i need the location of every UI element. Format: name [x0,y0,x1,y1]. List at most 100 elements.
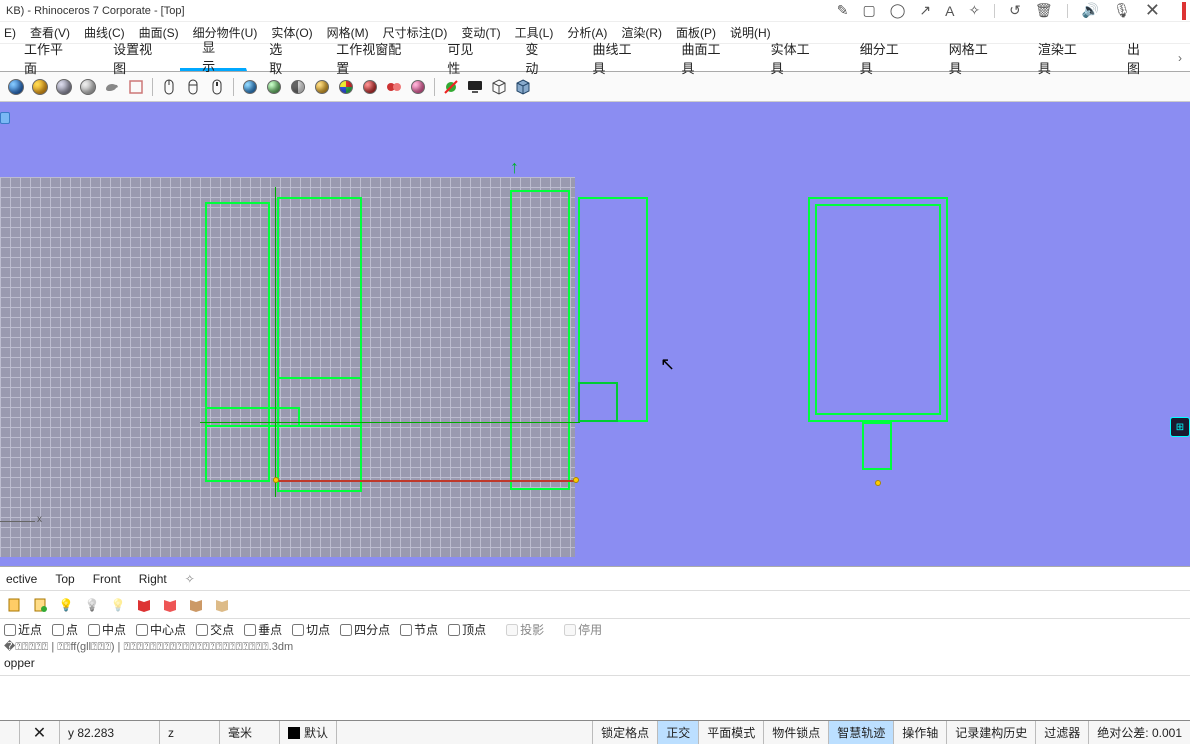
ribbon-tab[interactable]: 曲面工具 [660,44,749,71]
status-layer[interactable]: 默认 [280,721,337,744]
undo-icon[interactable]: ↺ [1009,2,1021,19]
bulb-off-icon[interactable]: 💡 [82,595,102,615]
ribbon-tab[interactable]: 变动 [503,44,570,71]
endpoint-dot[interactable] [573,477,579,483]
mouse3-icon[interactable] [207,77,227,97]
endpoint-dot[interactable] [273,477,279,483]
book-tan-icon[interactable] [186,595,206,615]
viewport-top[interactable]: ↑ ↖ ⊞ [0,102,1190,566]
square-icon[interactable]: ▢ [862,2,875,19]
wand-icon[interactable]: ✧ [968,2,980,19]
status-toggle[interactable]: 正交 [658,721,699,744]
right-widget-icon[interactable]: ⊞ [1170,417,1190,437]
sm-pink-icon[interactable] [408,77,428,97]
status-toggle[interactable]: 物件锁点 [764,721,829,744]
sm-half-icon[interactable] [288,77,308,97]
ribbon-tab[interactable]: 网格工具 [927,44,1016,71]
ribbon-tab[interactable]: 设置视图 [91,44,180,71]
cube2-icon[interactable] [513,77,533,97]
menu-item[interactable]: 说明(H) [730,24,771,41]
status-toggle[interactable]: 记录建构历史 [947,721,1036,744]
separator [434,78,435,96]
cube1-icon[interactable] [489,77,509,97]
ribbon-tab[interactable]: 渲染工具 [1016,44,1105,71]
mic-icon[interactable]: 🎙 [1113,2,1131,19]
sm-red-icon[interactable] [360,77,380,97]
ribbon-tab[interactable]: 曲线工具 [570,44,659,71]
text-a-icon[interactable]: A [945,3,954,19]
mouse1-icon[interactable] [159,77,179,97]
viewport-tabs: ective Top Front Right ✧ [0,566,1190,590]
book-red2-icon[interactable] [160,595,180,615]
osnap-option[interactable]: 节点 [400,621,438,638]
shade-wire-icon[interactable] [78,77,98,97]
osnap-option[interactable]: 交点 [196,621,234,638]
mouse2-icon[interactable] [183,77,203,97]
osnap-option[interactable]: 垂点 [244,621,282,638]
book-tan2-icon[interactable] [212,595,232,615]
command-echo: �⍰⍰⍰⍰⍰ | ⍰⍰ff(gll⍰⍰⍰) | ⍰⍰⍰⍰⍰⍰⍰⍰⍰⍰⍰⍰⍰⍰⍰⍰… [0,640,1190,656]
circle-icon[interactable]: ◯ [890,2,906,19]
paste-icon[interactable] [4,595,24,615]
title-icons: ✎ ▢ ◯ ↗ A ✧ ↺ 🗑 🔊 🎙 ✕ [837,0,1186,21]
cad-shape [862,422,892,470]
osnap-special[interactable]: 投影 [506,621,544,638]
osnap-option[interactable]: 四分点 [340,621,390,638]
window-title: KB) - Rhinoceros 7 Corporate - [Top] [4,5,185,17]
status-toggle[interactable]: 过滤器 [1036,721,1089,744]
ribbon-tab[interactable]: 工作视窗配置 [314,44,425,71]
ribbon-tab[interactable]: 工作平面 [2,44,91,71]
viewport-tab[interactable]: Right [139,572,167,586]
sm-dblred-icon[interactable] [384,77,404,97]
sm-quad-icon[interactable] [336,77,356,97]
select-box-icon[interactable] [126,77,146,97]
ribbon-tab[interactable]: 实体工具 [749,44,838,71]
ribbon-tab[interactable]: 细分工具 [838,44,927,71]
close-icon[interactable]: ✕ [1145,0,1160,21]
sm-gold-icon[interactable] [312,77,332,97]
osnap-option[interactable]: 近点 [4,621,42,638]
osnap-option[interactable]: 切点 [292,621,330,638]
rhino-icon[interactable] [102,77,122,97]
ribbon-tab[interactable]: 出图 [1105,44,1172,71]
shade-blue-icon[interactable] [6,77,26,97]
osnap-option[interactable]: 中心点 [136,621,186,638]
status-z: z [160,721,220,744]
trash-icon[interactable]: 🗑 [1035,2,1053,19]
status-toggle[interactable]: 操作轴 [894,721,947,744]
book-red-icon[interactable] [134,595,154,615]
sm-env-icon[interactable] [264,77,284,97]
arrow-icon[interactable]: ↗ [919,2,931,19]
red-dimension-line [276,480,576,482]
status-toggle[interactable]: 锁定格点 [593,721,658,744]
close-tab-button[interactable]: ✕ [20,721,60,744]
speaker-icon[interactable]: 🔊 [1082,2,1099,19]
viewport-tab[interactable]: ective [6,572,37,586]
pencil-icon[interactable]: ✎ [837,2,849,19]
osnap-special[interactable]: 停用 [564,621,602,638]
shade-gray-icon[interactable] [54,77,74,97]
endpoint-dot[interactable] [875,480,881,486]
no-bug-icon[interactable] [441,77,461,97]
cad-shape [510,190,570,490]
osnap-option[interactable]: 中点 [88,621,126,638]
ribbon-tab[interactable]: 可见性 [425,44,503,71]
monitor-icon[interactable] [465,77,485,97]
bulb-dim-icon[interactable]: 💡 [108,595,128,615]
viewport-tab[interactable]: Front [93,572,121,586]
ribbon-tab[interactable]: 选取 [247,44,314,71]
paste2-icon[interactable] [30,595,50,615]
viewport-tab[interactable]: Top [55,572,74,586]
osnap-option[interactable]: 顶点 [448,621,486,638]
status-toggle[interactable]: 智慧轨迹 [829,721,894,744]
ribbon-tab[interactable]: 显示 [180,44,247,71]
osnap-option[interactable]: 点 [52,621,78,638]
status-toggle[interactable]: 平面模式 [699,721,764,744]
menu-item[interactable]: E) [4,26,16,40]
shade-gold-icon[interactable] [30,77,50,97]
bulb-on-icon[interactable]: 💡 [56,595,76,615]
sm-blue-icon[interactable] [240,77,260,97]
left-flag-icon[interactable] [0,112,10,124]
tabs-overflow-icon[interactable]: › [1172,44,1188,71]
add-viewport-icon[interactable]: ✧ [185,572,195,586]
